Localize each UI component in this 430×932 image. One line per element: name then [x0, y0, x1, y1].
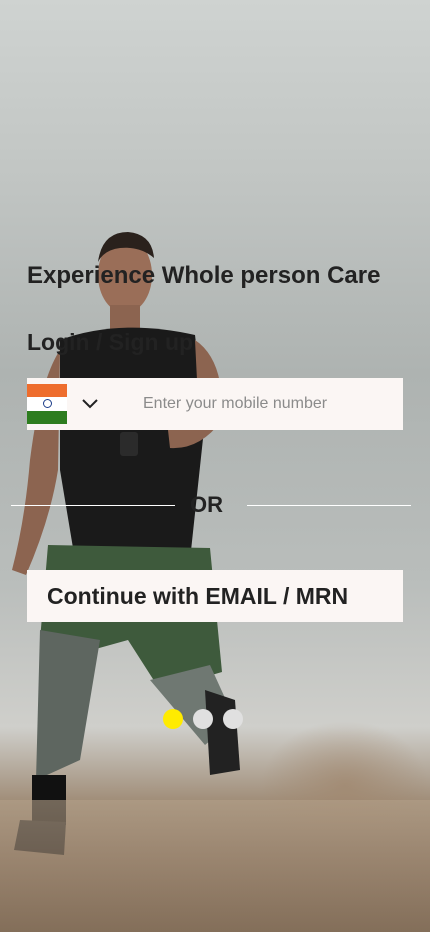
mobile-number-input[interactable]	[141, 383, 375, 425]
sand-ground	[0, 800, 430, 932]
divider-line-right	[247, 505, 411, 506]
divider-line-left	[11, 505, 175, 506]
carousel-dot[interactable]	[223, 709, 243, 729]
page-headline: Experience Whole person Care	[27, 262, 381, 289]
continue-with-email-button[interactable]: Continue with EMAIL / MRN	[27, 570, 403, 622]
carousel-dot[interactable]	[163, 709, 183, 729]
chevron-down-icon[interactable]	[81, 395, 99, 413]
carousel-indicator	[163, 709, 243, 729]
carousel-dot[interactable]	[193, 709, 213, 729]
or-divider-text: OR	[190, 492, 223, 517]
india-flag-icon[interactable]	[27, 384, 67, 424]
phone-input-row	[27, 378, 403, 430]
login-signup-title: Login / Sign up	[27, 329, 194, 355]
ashoka-chakra-icon	[42, 399, 52, 409]
